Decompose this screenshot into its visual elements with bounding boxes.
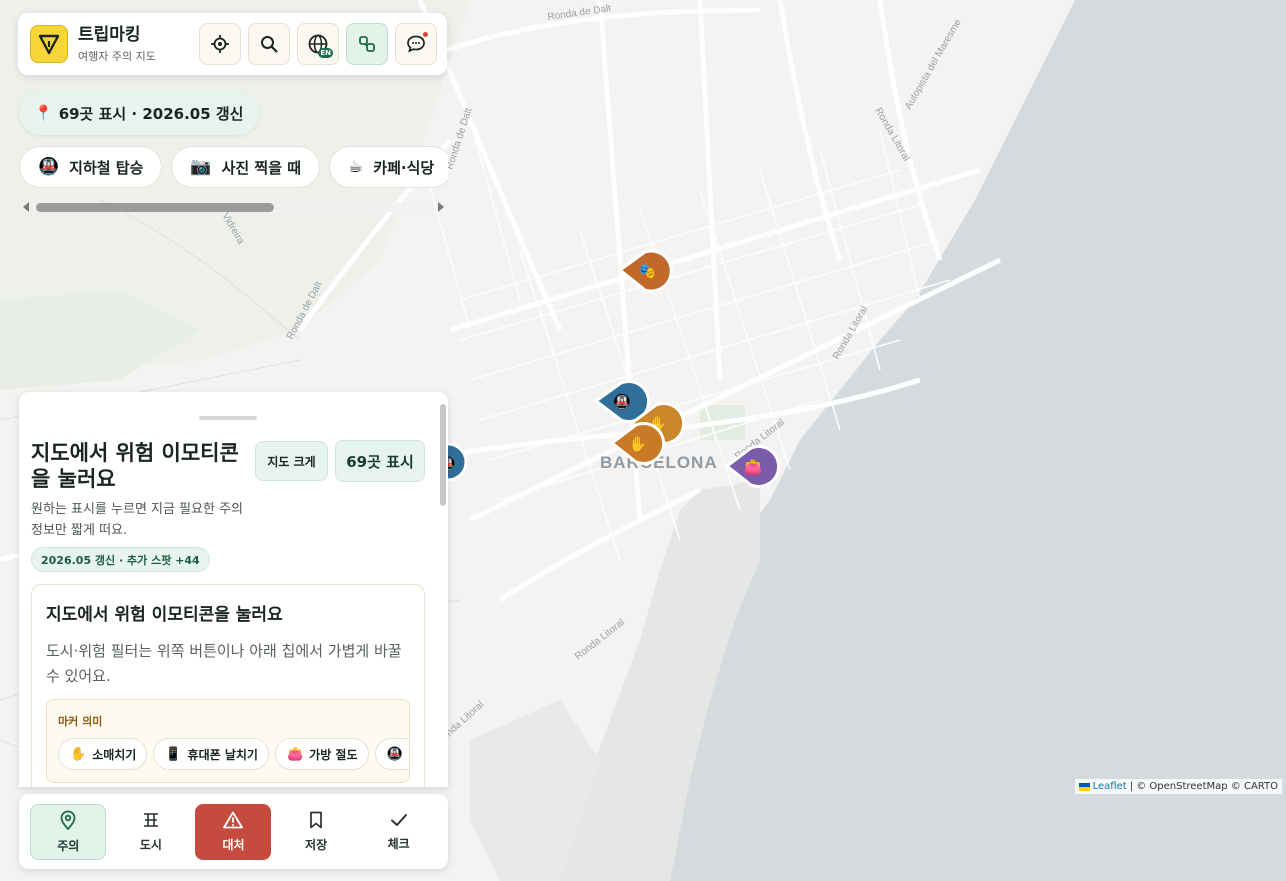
chip-label: 지하철 탑승: [69, 158, 144, 177]
phone-icon: 📱: [165, 746, 182, 762]
language-badge: EN: [318, 48, 333, 58]
spot-count-pill: 📍 69곳 표시 · 2026.05 갱신: [19, 91, 260, 135]
scrollbar-thumb[interactable]: [36, 203, 274, 212]
update-badge: 2026.05 갱신 · 추가 스팟 +44: [31, 547, 210, 572]
subway-icon: 🚇: [386, 746, 403, 762]
panel-scrollbar-thumb[interactable]: [440, 404, 446, 506]
chip-photo[interactable]: 📷 사진 찍을 때: [171, 146, 321, 188]
chip-label: 카페·식당: [373, 158, 435, 177]
warning-icon: [223, 811, 244, 828]
app-title: 트립마킹: [78, 24, 141, 45]
legend-label: 휴대폰 날치기: [187, 747, 258, 762]
brand: 트립마킹 여행자 주의 지도: [78, 25, 196, 64]
panel-title: 지도에서 위험 이모티콘을 눌러요: [31, 441, 239, 491]
nav-item-caution[interactable]: 주의: [30, 803, 107, 860]
spot-count-button[interactable]: 69곳 표시: [335, 440, 425, 482]
layers-icon: [359, 36, 375, 52]
subway-icon: 🚇: [38, 157, 60, 177]
camera-icon: 📷: [190, 157, 212, 177]
layers-button[interactable]: [346, 23, 388, 65]
app-subtitle: 여행자 주의 지도: [78, 49, 156, 63]
locate-button[interactable]: [199, 23, 241, 65]
legend-item-phone-snatch[interactable]: 📱 휴대폰 날치기: [153, 738, 269, 770]
legend-label: 가방 절도: [309, 747, 358, 762]
legend-item-bag-theft[interactable]: 👛 가방 절도: [274, 738, 369, 770]
category-chip-scroller[interactable]: 🚇 지하철 탑승 📷 사진 찍을 때 ☕ 카페·식당: [19, 146, 448, 192]
info-panel: 지도에서 위험 이모티콘을 눌러요 지도 크게 69곳 표시 원하는 표시를 누…: [19, 392, 448, 787]
search-button[interactable]: [248, 23, 290, 65]
ukraine-flag-icon: [1078, 782, 1090, 791]
spot-count-text: 69곳 표시 · 2026.05 갱신: [58, 104, 244, 123]
svg-text:✋: ✋: [629, 435, 648, 453]
search-icon: [261, 36, 278, 53]
leaflet-link[interactable]: Leaflet: [1093, 781, 1127, 792]
chip-subway[interactable]: 🚇 지하철 탑승: [19, 146, 163, 188]
city-icon: [143, 812, 158, 827]
nav-label: 체크: [387, 836, 410, 851]
legend-label: 소매치기: [92, 747, 137, 762]
nav-item-city[interactable]: 도시: [113, 804, 189, 860]
legend-item-pickpocket[interactable]: ✋ 소매치기: [58, 738, 148, 770]
bottom-nav: 주의 도시 대처 저장 체크: [19, 794, 448, 869]
attribution-text: | © OpenStreetMap © CARTO: [1129, 781, 1278, 792]
pin-icon: [60, 810, 76, 830]
nav-label: 주의: [57, 838, 80, 853]
marker-legend: 마커 의미 ✋ 소매치기 📱 휴대폰 날치기 👛 가방 절도 🚇: [46, 699, 410, 783]
scroll-left-icon[interactable]: [23, 202, 29, 212]
panel-description: 원하는 표시를 누르면 지금 필요한 주의 정보만 짧게 떠요.: [31, 502, 244, 538]
panel-drag-handle[interactable]: [199, 416, 257, 420]
pin-icon: 📍: [34, 104, 53, 122]
locate-icon: [211, 35, 229, 53]
bookmark-icon: [310, 811, 322, 828]
nav-item-check[interactable]: 체크: [361, 804, 437, 860]
nav-item-saved[interactable]: 저장: [278, 804, 354, 860]
chip-scrollbar[interactable]: [19, 200, 448, 214]
language-button[interactable]: EN: [297, 23, 339, 65]
top-bar: 트립마킹 여행자 주의 지도 EN: [18, 13, 447, 75]
chip-label: 사진 찍을 때: [221, 158, 302, 177]
guide-card-description: 도시·위험 필터는 위쪽 버튼이나 아래 칩에서 가볍게 바꿀 수 있어요.: [46, 642, 402, 685]
nav-label: 대처: [222, 837, 245, 852]
legend-title: 마커 의미: [58, 715, 103, 728]
chip-cafe[interactable]: ☕ 카페·식당: [329, 146, 448, 188]
legend-item-subway[interactable]: 🚇: [374, 738, 409, 770]
chat-icon: [407, 35, 425, 53]
svg-text:🎭: 🎭: [638, 262, 657, 280]
guide-card: 지도에서 위험 이모티콘을 눌러요 도시·위험 필터는 위쪽 버튼이나 아래 칩…: [31, 584, 425, 787]
svg-text:👛: 👛: [744, 458, 763, 476]
bag-icon: 👛: [286, 746, 304, 762]
svg-text:🚇: 🚇: [613, 393, 632, 411]
nav-label: 도시: [139, 837, 162, 852]
nav-label: 저장: [305, 837, 328, 852]
map-attribution: Leaflet | © OpenStreetMap © CARTO: [1074, 779, 1282, 794]
hand-icon: ✋: [70, 746, 87, 762]
app-logo: [30, 25, 68, 63]
cafe-icon: ☕: [348, 157, 364, 177]
panel-scrollbar[interactable]: [440, 404, 446, 784]
map-size-button[interactable]: 지도 크게: [255, 441, 328, 481]
chat-button[interactable]: [395, 23, 437, 65]
guide-card-title: 지도에서 위험 이모티콘을 눌러요: [46, 605, 283, 625]
check-icon: [390, 813, 407, 826]
scroll-right-icon[interactable]: [438, 202, 444, 212]
nav-item-response[interactable]: 대처: [195, 803, 272, 860]
notification-dot: [423, 32, 428, 37]
